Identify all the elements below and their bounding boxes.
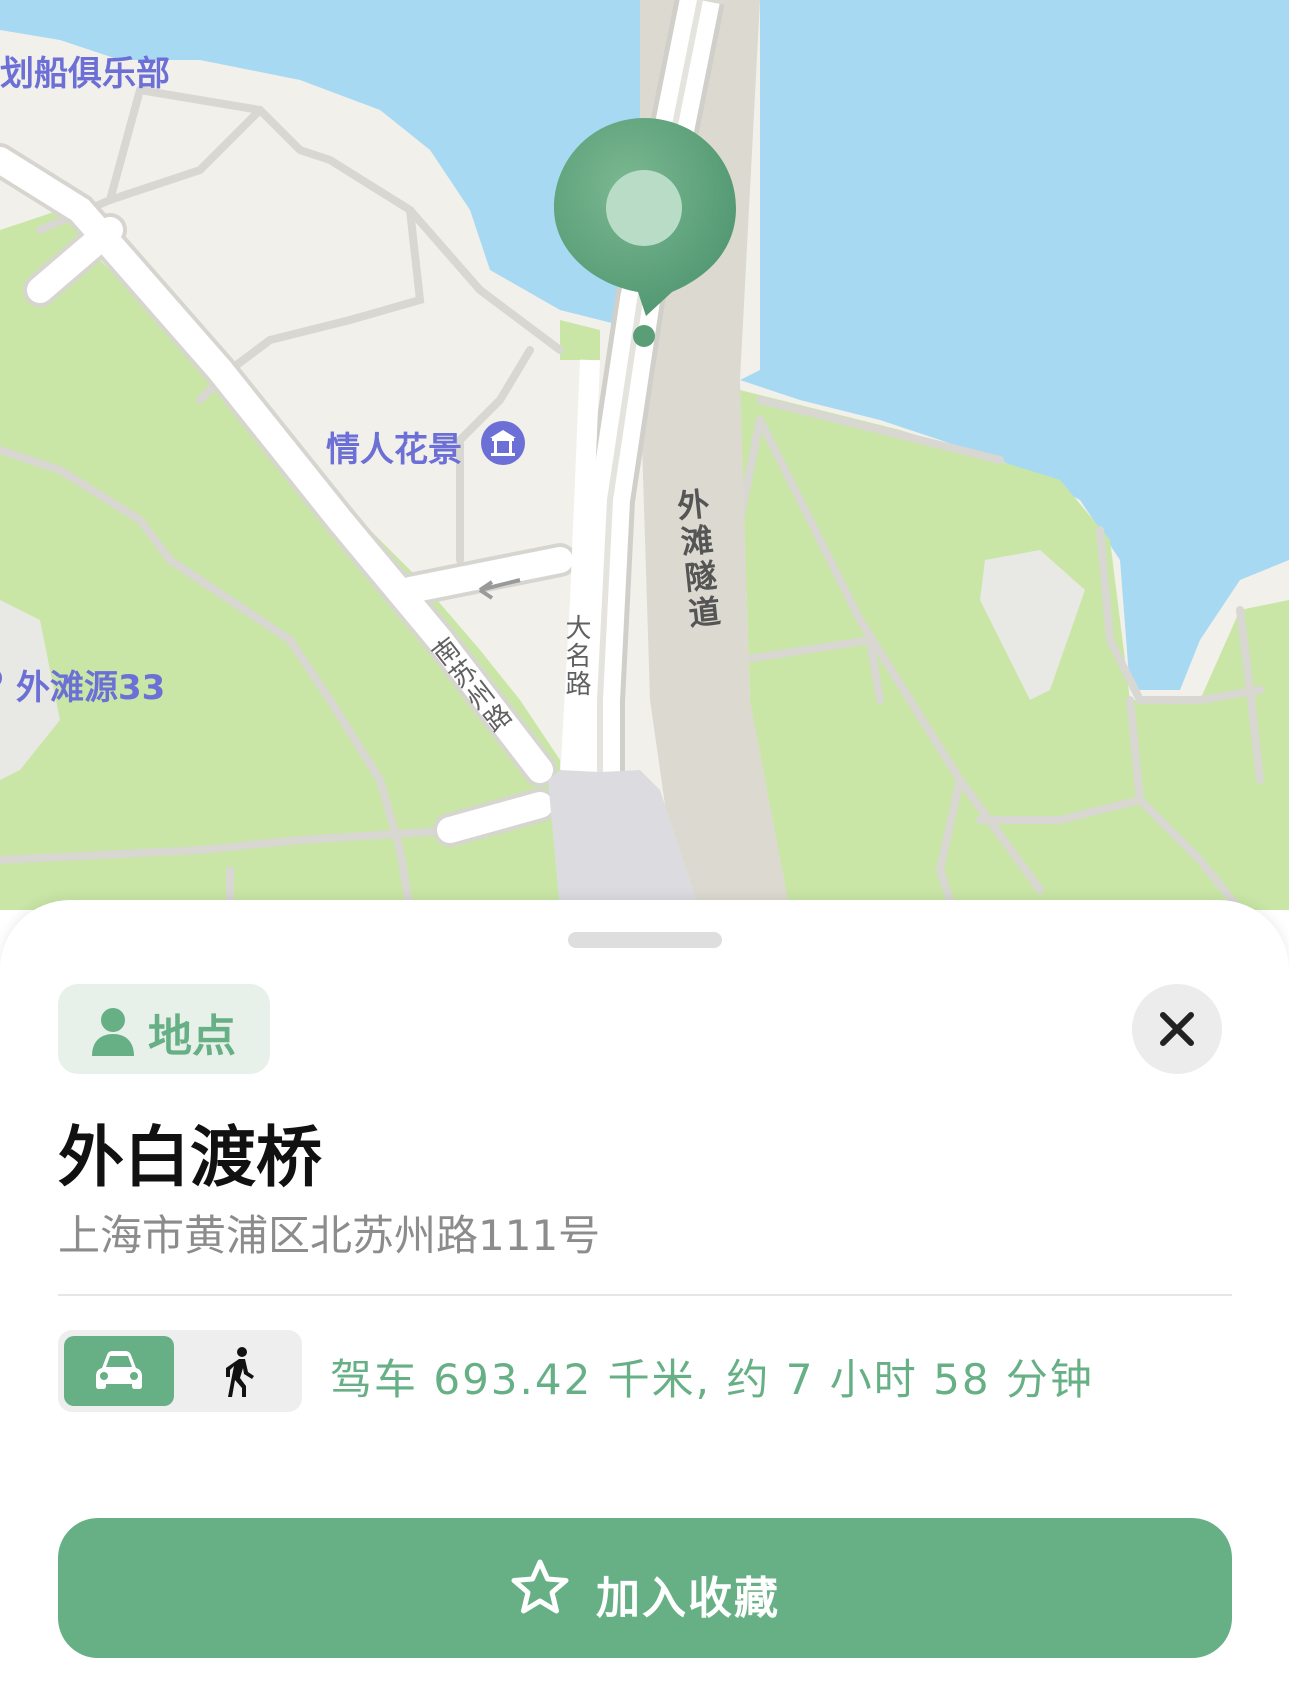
map-view[interactable]: 划船俱乐部 情人花景 外滩源33 外滩隧道 南苏州路 大名路 — [0, 0, 1289, 910]
app-root: 划船俱乐部 情人花景 外滩源33 外滩隧道 南苏州路 大名路 地点 外白渡桥 上… — [0, 0, 1289, 1692]
sheet-grabber[interactable] — [568, 932, 722, 948]
close-button[interactable] — [1132, 984, 1222, 1074]
poi-lovers-garden-label[interactable]: 情人花景 — [326, 422, 462, 471]
pavilion-icon[interactable] — [480, 420, 526, 466]
map-pin-icon[interactable] — [552, 116, 736, 350]
favorite-button-label: 加入收藏 — [596, 1573, 780, 1624]
place-title: 外白渡桥 — [58, 1119, 322, 1196]
car-icon — [96, 1351, 142, 1389]
close-icon — [1160, 1012, 1194, 1046]
category-chip: 地点 — [58, 984, 270, 1074]
poi-dot-icon — [0, 663, 8, 693]
transport-mode-toggle — [58, 1330, 302, 1412]
place-detail-sheet: 地点 外白渡桥 上海市黄浦区北苏州路111号 驾车 693.42 千米, 约 7… — [0, 900, 1289, 1692]
road-label-daming: 大名路 — [561, 614, 591, 698]
route-summary: 驾车 693.42 千米, 约 7 小时 58 分钟 — [330, 1355, 1094, 1404]
drive-mode-button[interactable] — [64, 1336, 174, 1406]
add-to-favorites-button[interactable]: 加入收藏 — [58, 1518, 1232, 1658]
poi-waitanyuan-label[interactable]: 外滩源33 — [16, 660, 165, 709]
category-label: 地点 — [148, 1011, 236, 1062]
star-icon — [511, 1559, 569, 1614]
divider — [58, 1294, 1232, 1296]
walk-icon — [226, 1347, 254, 1397]
person-icon — [92, 1008, 134, 1056]
walk-mode-button[interactable] — [184, 1336, 296, 1406]
place-address: 上海市黄浦区北苏州路111号 — [58, 1211, 601, 1260]
poi-rowing-club-label[interactable]: 划船俱乐部 — [0, 46, 170, 95]
